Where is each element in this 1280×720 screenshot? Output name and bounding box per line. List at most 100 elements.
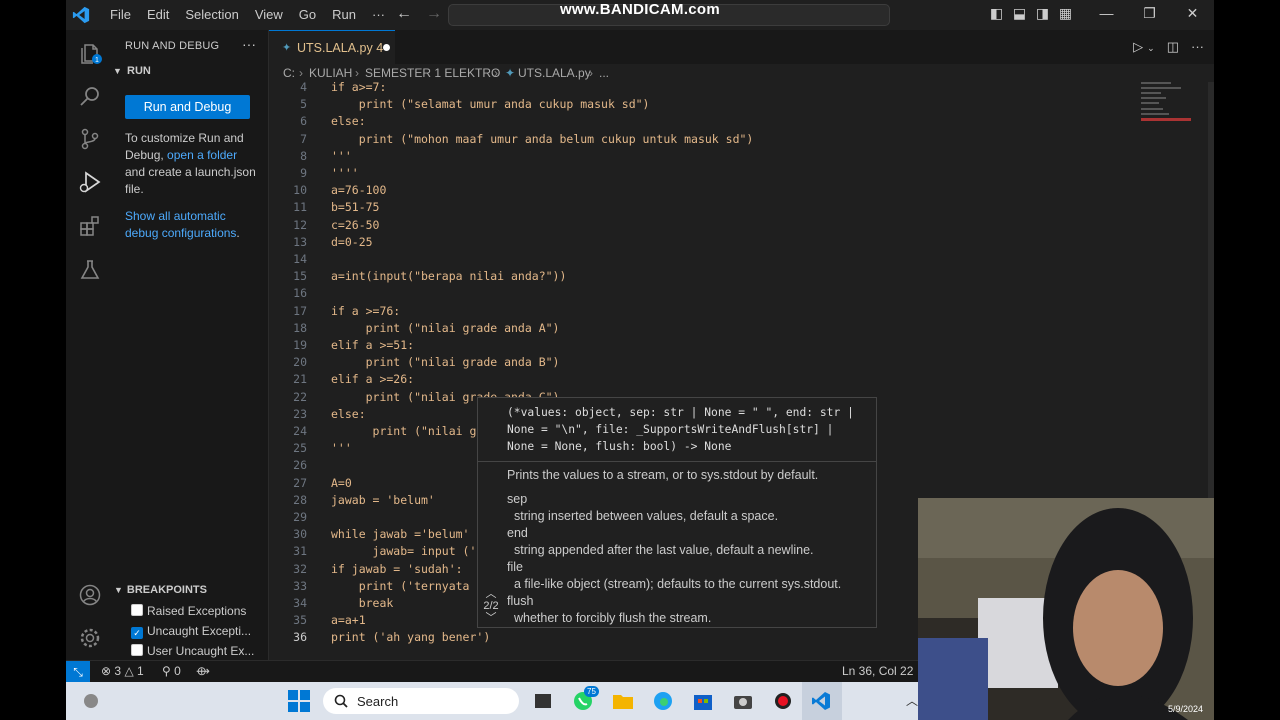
breadcrumb-file[interactable]: UTS.LALA.py [518,66,591,80]
line-number: 23 [293,406,307,421]
run-python-file-icon[interactable]: ▷ [1133,39,1143,54]
checkbox[interactable] [131,644,143,656]
extensions-icon[interactable] [78,214,102,238]
customize-layout-icon[interactable]: ▦ [1054,5,1077,22]
code-line[interactable]: ''' [331,149,352,163]
task-view-icon[interactable] [532,691,554,711]
file-explorer-icon[interactable] [612,691,634,711]
cursor-position[interactable]: Ln 36, Col 22 [842,664,913,678]
windows-start-icon[interactable] [288,690,310,712]
unsaved-dot-icon[interactable] [383,44,390,51]
breakpoint-raised-exceptions[interactable]: Raised Exceptions [131,604,246,618]
code-line[interactable]: print ("mohon maaf umur anda belum cukup… [331,132,754,146]
ports-indicator[interactable]: ⚲ 0 [162,664,181,678]
show-automatic-configs-link[interactable]: Show all automatic debug configurations [125,209,236,240]
code-line[interactable]: a=int(input("berapa nilai anda?")) [331,269,566,283]
line-number: 22 [293,389,307,404]
more-actions-icon[interactable]: ··· [1191,39,1204,54]
code-line[interactable]: else: [331,407,366,421]
toggle-primary-sidebar-icon[interactable]: ◧ [985,5,1008,22]
close-window-icon[interactable]: ✕ [1171,5,1214,22]
code-line[interactable]: ''' [331,441,352,455]
minimap[interactable] [1141,82,1211,142]
popup-divider [478,461,876,462]
remote-indicator-icon[interactable]: ⤡ [66,661,90,683]
microsoft-store-icon[interactable] [692,691,714,711]
breakpoint-uncaught-exceptions[interactable]: ✓ Uncaught Excepti... [131,624,251,639]
python-file-icon: ✦ [282,42,292,54]
tab-uts-lala-py[interactable]: ✦ UTS.LALA.py 4 [269,30,395,65]
explorer-icon[interactable]: 1 [78,42,102,66]
restore-icon[interactable]: ❐ [1128,5,1171,22]
tray-overflow-chevron-icon[interactable]: ︿ [906,692,918,709]
edge-browser-icon[interactable] [652,691,674,711]
weather-widget-icon[interactable] [82,692,102,710]
chevron-up-icon[interactable]: ︿ [480,588,502,600]
bandicam-record-icon[interactable] [772,691,794,711]
code-line[interactable]: print ("nilai grade anda A") [331,321,560,335]
line-number: 26 [293,458,307,473]
split-editor-icon[interactable]: ◫ [1167,39,1179,54]
code-line[interactable]: if a >=76: [331,304,400,318]
line-number: 12 [293,217,307,232]
code-line[interactable]: print ("selamat umur anda cukup masuk sd… [331,97,650,111]
vscode-taskbar-button[interactable] [802,682,842,720]
taskbar-search-box[interactable]: Search [323,688,519,714]
code-line[interactable]: if a>=7: [331,80,386,94]
code-line[interactable]: a=76-100 [331,183,386,197]
code-line[interactable]: c=26-50 [331,218,379,232]
minimize-icon[interactable]: — [1085,5,1128,22]
camera-app-icon[interactable] [732,691,754,711]
open-folder-link[interactable]: open a folder [167,148,237,162]
breakpoints-section-header[interactable]: ▼ BREAKPOINTS [114,584,207,596]
code-line[interactable]: '''' [331,166,359,180]
settings-gear-icon[interactable] [78,626,102,650]
run-and-debug-icon[interactable] [78,170,102,194]
code-line[interactable]: while jawab ='belum' [331,527,469,541]
checkbox-checked[interactable]: ✓ [131,627,143,639]
show-configs-period: . [236,226,240,240]
python-file-icon: ✦ [495,66,516,80]
code-line[interactable]: jawab = 'belum' [331,493,435,507]
breadcrumb-drive[interactable]: C: [283,66,295,80]
code-line[interactable]: b=51-75 [331,200,379,214]
breakpoint-user-uncaught-exceptions[interactable]: User Uncaught Ex... [131,644,254,658]
code-line[interactable]: d=0-25 [331,235,373,249]
breadcrumb-symbol[interactable]: ... [599,66,609,80]
code-line[interactable]: jawab= input (' [331,544,477,558]
code-line[interactable]: elif a >=51: [331,338,414,352]
toggle-secondary-sidebar-icon[interactable]: ◨ [1031,5,1054,22]
account-icon[interactable] [78,583,102,607]
run-section-header[interactable]: ▼ RUN [113,65,151,77]
chevron-down-icon[interactable]: ﹀ [480,612,502,624]
code-line[interactable]: print ("nilai grade anda B") [331,355,560,369]
tab-filename: UTS.LALA.py [297,41,373,55]
signature-line-1: (*values: object, sep: str | None = " ",… [507,406,854,419]
run-and-debug-button[interactable]: Run and Debug [125,95,250,119]
toggle-panel-icon[interactable]: ⬓ [1008,5,1031,22]
code-line[interactable]: print ('ternyata [331,579,470,593]
python-environment-icon[interactable]: ⟴ [196,664,210,678]
code-line[interactable]: A=0 [331,476,352,490]
run-dropdown-chevron-icon[interactable]: ⌄ [1147,43,1155,53]
breadcrumb-semester[interactable]: SEMESTER 1 ELEKTRO [365,66,500,80]
code-line[interactable]: else: [331,114,366,128]
checkbox[interactable] [131,604,143,616]
code-line[interactable]: print ("nilai g [331,424,477,438]
problems-indicator[interactable]: ⊗ 3 △ 1 [101,664,144,678]
breadcrumb-kuliah[interactable]: KULIAH [309,66,352,80]
line-number: 16 [293,286,307,301]
line-number: 4 [300,80,307,94]
source-control-icon[interactable] [78,127,102,151]
code-line[interactable]: elif a >=26: [331,372,414,386]
run-section-label: RUN [127,65,151,77]
code-line[interactable]: break [331,596,394,610]
code-line[interactable]: a=a+1 [331,613,366,627]
code-line[interactable]: if jawab = 'sudah': [331,562,463,576]
ports-count: 0 [174,664,181,678]
search-icon[interactable] [78,84,102,108]
title-bar: File Edit Selection View Go Run ··· ← → w… [66,0,1214,30]
more-actions-icon[interactable]: ··· [242,36,256,52]
code-line[interactable]: print ('ah yang bener') [331,630,490,644]
testing-flask-icon[interactable] [78,258,102,282]
